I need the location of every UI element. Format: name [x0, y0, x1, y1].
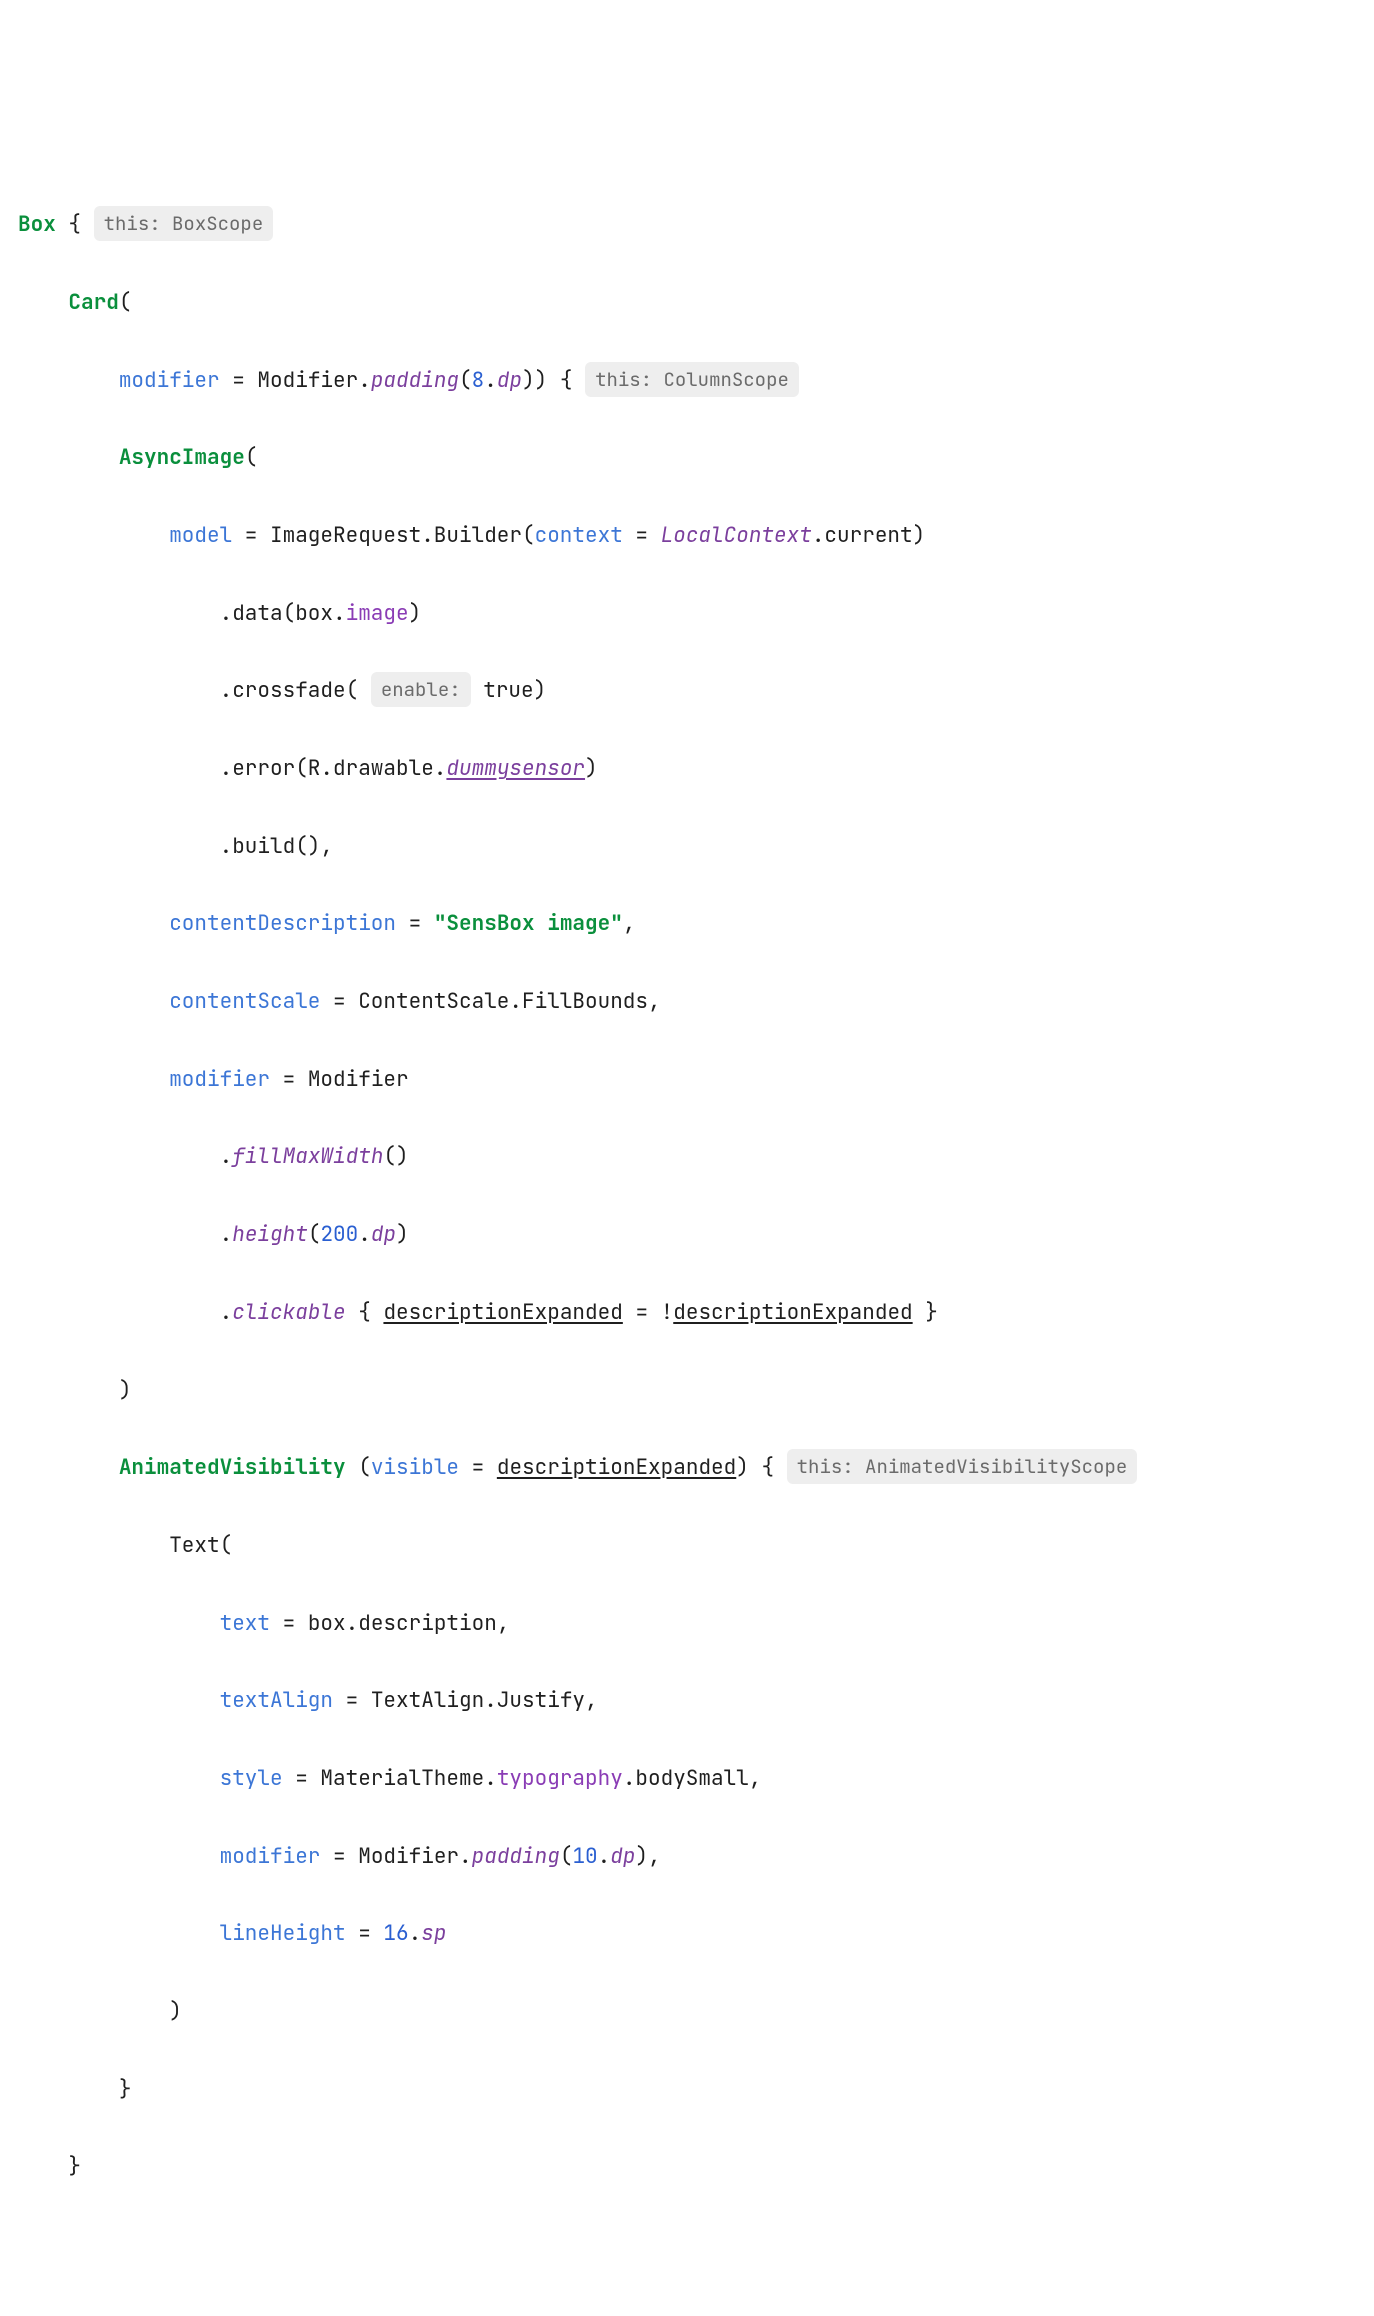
- kw-box: Box: [18, 211, 56, 238]
- code-line: .clickable { descriptionExpanded = !desc…: [18, 1294, 1356, 1333]
- ref-dummysensor: dummysensor: [446, 755, 585, 782]
- string-literal: "SensBox image": [434, 910, 623, 937]
- scope-hint-box: this: BoxScope: [94, 206, 274, 241]
- code-line: .crossfade( enable: true): [18, 672, 1356, 711]
- code-line: AsyncImage(: [18, 439, 1356, 478]
- kw-card: Card: [68, 289, 118, 316]
- code-line: model = ImageRequest.Builder(context = L…: [18, 517, 1356, 556]
- code-line: lineHeight = 16.sp: [18, 1915, 1356, 1954]
- code-line: Card(: [18, 284, 1356, 323]
- param-hint-enable: enable:: [371, 672, 471, 707]
- code-line: AnimatedVisibility (visible = descriptio…: [18, 1449, 1356, 1488]
- code-line: style = MaterialTheme.typography.bodySma…: [18, 1760, 1356, 1799]
- code-line: .height(200.dp): [18, 1216, 1356, 1255]
- code-line: Text(: [18, 1527, 1356, 1566]
- code-line: }: [18, 2148, 1356, 2187]
- code-line: contentDescription = "SensBox image",: [18, 905, 1356, 944]
- code-line: modifier = Modifier.padding(10.dp),: [18, 1838, 1356, 1877]
- code-line: ): [18, 1372, 1356, 1411]
- code-line: .build(),: [18, 828, 1356, 867]
- kw-asyncimage: AsyncImage: [119, 444, 245, 471]
- code-line: Box { this: BoxScope: [18, 206, 1356, 245]
- code-line: contentScale = ContentScale.FillBounds,: [18, 983, 1356, 1022]
- code-line: }: [18, 2071, 1356, 2110]
- code-line: .data(box.image): [18, 595, 1356, 634]
- code-line: ): [18, 1993, 1356, 2032]
- scope-hint-animvis: this: AnimatedVisibilityScope: [787, 1449, 1138, 1484]
- code-line: text = box.description,: [18, 1605, 1356, 1644]
- code-line: .error(R.drawable.dummysensor): [18, 750, 1356, 789]
- code-line: modifier = Modifier.padding(8.dp)) { thi…: [18, 362, 1356, 401]
- code-line: textAlign = TextAlign.Justify,: [18, 1682, 1356, 1721]
- scope-hint-column: this: ColumnScope: [585, 362, 799, 397]
- kw-animatedvisibility: AnimatedVisibility: [119, 1454, 346, 1481]
- code-line: modifier = Modifier: [18, 1061, 1356, 1100]
- code-editor[interactable]: Box { this: BoxScope Card( modifier = Mo…: [18, 167, 1356, 2226]
